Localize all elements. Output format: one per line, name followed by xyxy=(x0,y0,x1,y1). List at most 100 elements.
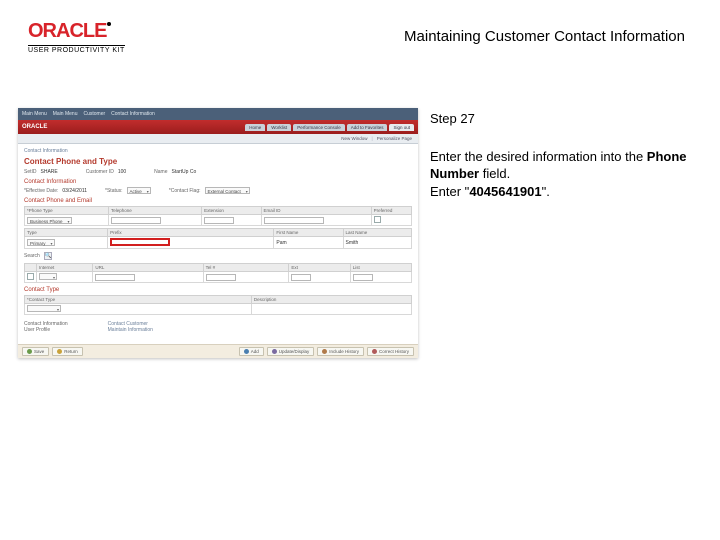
contact-flag-select[interactable]: External Contact xyxy=(205,187,250,194)
col-preferred: Preferred xyxy=(371,207,411,215)
table-row xyxy=(25,272,412,283)
col-first: First Name xyxy=(274,229,343,237)
col-url: URL xyxy=(93,264,203,272)
table-row: Business Phone xyxy=(25,215,412,226)
nav-item[interactable]: Main Menu xyxy=(53,111,78,117)
correct-history-button[interactable]: Correct History xyxy=(367,347,414,356)
add-label: Add xyxy=(251,349,259,354)
phone-type-select[interactable]: Business Phone xyxy=(27,217,72,224)
col-tel: Tel # xyxy=(203,264,289,272)
table-row: Primary Pam Smith xyxy=(25,237,412,249)
breadcrumb-bar: Main Menu Main Menu Customer Contact Inf… xyxy=(18,108,418,120)
meta-row: SetID SHARE Customer ID 100 Name StartUp… xyxy=(24,169,412,175)
form-content: Contact Information Contact Phone and Ty… xyxy=(18,144,418,337)
return-label: Return xyxy=(64,349,78,354)
contact-type-table: *Contact Type Description xyxy=(24,295,412,315)
row-check[interactable] xyxy=(27,273,34,280)
internet-select[interactable] xyxy=(39,273,57,280)
col-phone-type: *Phone Type xyxy=(25,207,109,215)
oracle-logo: ORACLE USER PRODUCTIVITY KIT xyxy=(28,20,125,54)
save-icon xyxy=(27,349,32,354)
table-row xyxy=(25,304,412,315)
col-ext: Ext xyxy=(289,264,350,272)
save-label: Save xyxy=(34,349,44,354)
sub-bar: New Window | Personalize Page xyxy=(18,134,418,144)
correct-icon xyxy=(372,349,377,354)
instr-value: 4045641901 xyxy=(469,184,541,199)
step-label: Step 27 xyxy=(430,110,695,128)
contact-flag-label: *Contact Flag: xyxy=(169,188,201,194)
name-label: Name xyxy=(154,169,167,175)
col-prefix: Prefix xyxy=(108,229,274,237)
url-input[interactable] xyxy=(95,274,135,281)
extension-input[interactable] xyxy=(204,217,234,224)
setid-label: SetID xyxy=(24,169,37,175)
ext-input[interactable] xyxy=(291,274,311,281)
search-icon[interactable]: 🔍 xyxy=(44,252,52,260)
col-telephone: Telephone xyxy=(108,207,201,215)
instruction-line-2: Enter "4045641901". xyxy=(430,183,695,201)
add-icon xyxy=(244,349,249,354)
nav-item[interactable]: Customer xyxy=(83,111,105,117)
status-label: *Status: xyxy=(105,188,123,194)
tab-signout[interactable]: Sign out xyxy=(389,124,414,131)
return-icon xyxy=(57,349,62,354)
name-table: Type Prefix First Name Last Name Primary… xyxy=(24,228,412,249)
custid-label: Customer ID xyxy=(86,169,114,175)
update-label: Update/Display xyxy=(279,349,310,354)
col-description: Description xyxy=(251,296,411,304)
col-type: Type xyxy=(25,229,108,237)
save-button[interactable]: Save xyxy=(22,347,49,356)
email-input[interactable] xyxy=(264,217,324,224)
internet-table: Internet URL Tel # Ext List xyxy=(24,263,412,283)
update-display-button[interactable]: Update/Display xyxy=(267,347,315,356)
name-value: StartUp Co xyxy=(172,169,197,175)
list-input[interactable] xyxy=(353,274,373,281)
col-email: Email ID xyxy=(261,207,371,215)
phone-table: *Phone Type Telephone Extension Email ID… xyxy=(24,206,412,226)
instr-text: field. xyxy=(479,166,510,181)
instr-text: Enter the desired information into the xyxy=(430,149,647,164)
telephone-input[interactable] xyxy=(111,217,161,224)
tel-input[interactable] xyxy=(206,274,236,281)
brand-logo: ORACLE xyxy=(22,124,47,130)
tab-perf-console[interactable]: Performance Console xyxy=(293,124,345,131)
section-contact-info: Contact Information xyxy=(24,179,412,185)
name-type-select[interactable]: Primary xyxy=(27,239,55,246)
first-name-value: Pam xyxy=(276,240,286,246)
form-heading: Contact Phone and Type xyxy=(24,157,412,166)
nav-item[interactable]: Contact Information xyxy=(111,111,155,117)
instr-text: ". xyxy=(542,184,550,199)
tab-favorites[interactable]: Add to Favorites xyxy=(347,124,388,131)
link-new-window[interactable]: New Window xyxy=(341,136,367,141)
footer-links: Contact Information User Profile Contact… xyxy=(24,321,412,333)
history-icon xyxy=(322,349,327,354)
col-blank xyxy=(25,264,37,272)
embedded-screenshot: Main Menu Main Menu Customer Contact Inf… xyxy=(18,108,418,358)
link-personalize[interactable]: Personalize Page xyxy=(377,136,412,141)
include-history-button[interactable]: Include History xyxy=(317,347,364,356)
link-maintain-info[interactable]: Maintain Information xyxy=(108,327,153,333)
search-row: Search 🔍 xyxy=(24,252,412,260)
status-select[interactable]: Active xyxy=(127,187,151,194)
setid-value: SHARE xyxy=(41,169,58,175)
contact-type-select[interactable] xyxy=(27,305,61,312)
link-user-profile: User Profile xyxy=(24,327,68,333)
phone-number-field-highlight[interactable] xyxy=(110,238,170,246)
tab-home[interactable]: Home xyxy=(245,124,265,131)
instruction-panel: Step 27 Enter the desired information in… xyxy=(430,110,695,200)
instruction-line-1: Enter the desired information into the P… xyxy=(430,148,695,183)
button-bar: Save Return Add Update/Display Include H… xyxy=(18,344,418,358)
instr-text: Enter " xyxy=(430,184,469,199)
header-tabs: Home Worklist Performance Console Add to… xyxy=(245,124,414,131)
section-phone-email: Contact Phone and Email xyxy=(24,198,412,204)
col-contact-type: *Contact Type xyxy=(25,296,252,304)
update-icon xyxy=(272,349,277,354)
eff-date-value: 03/24/2011 xyxy=(62,188,87,194)
return-button[interactable]: Return xyxy=(52,347,83,356)
nav-item[interactable]: Main Menu xyxy=(22,111,47,117)
col-extension: Extension xyxy=(202,207,261,215)
add-button[interactable]: Add xyxy=(239,347,264,356)
tab-worklist[interactable]: Worklist xyxy=(267,124,291,131)
preferred-checkbox[interactable] xyxy=(374,216,381,223)
